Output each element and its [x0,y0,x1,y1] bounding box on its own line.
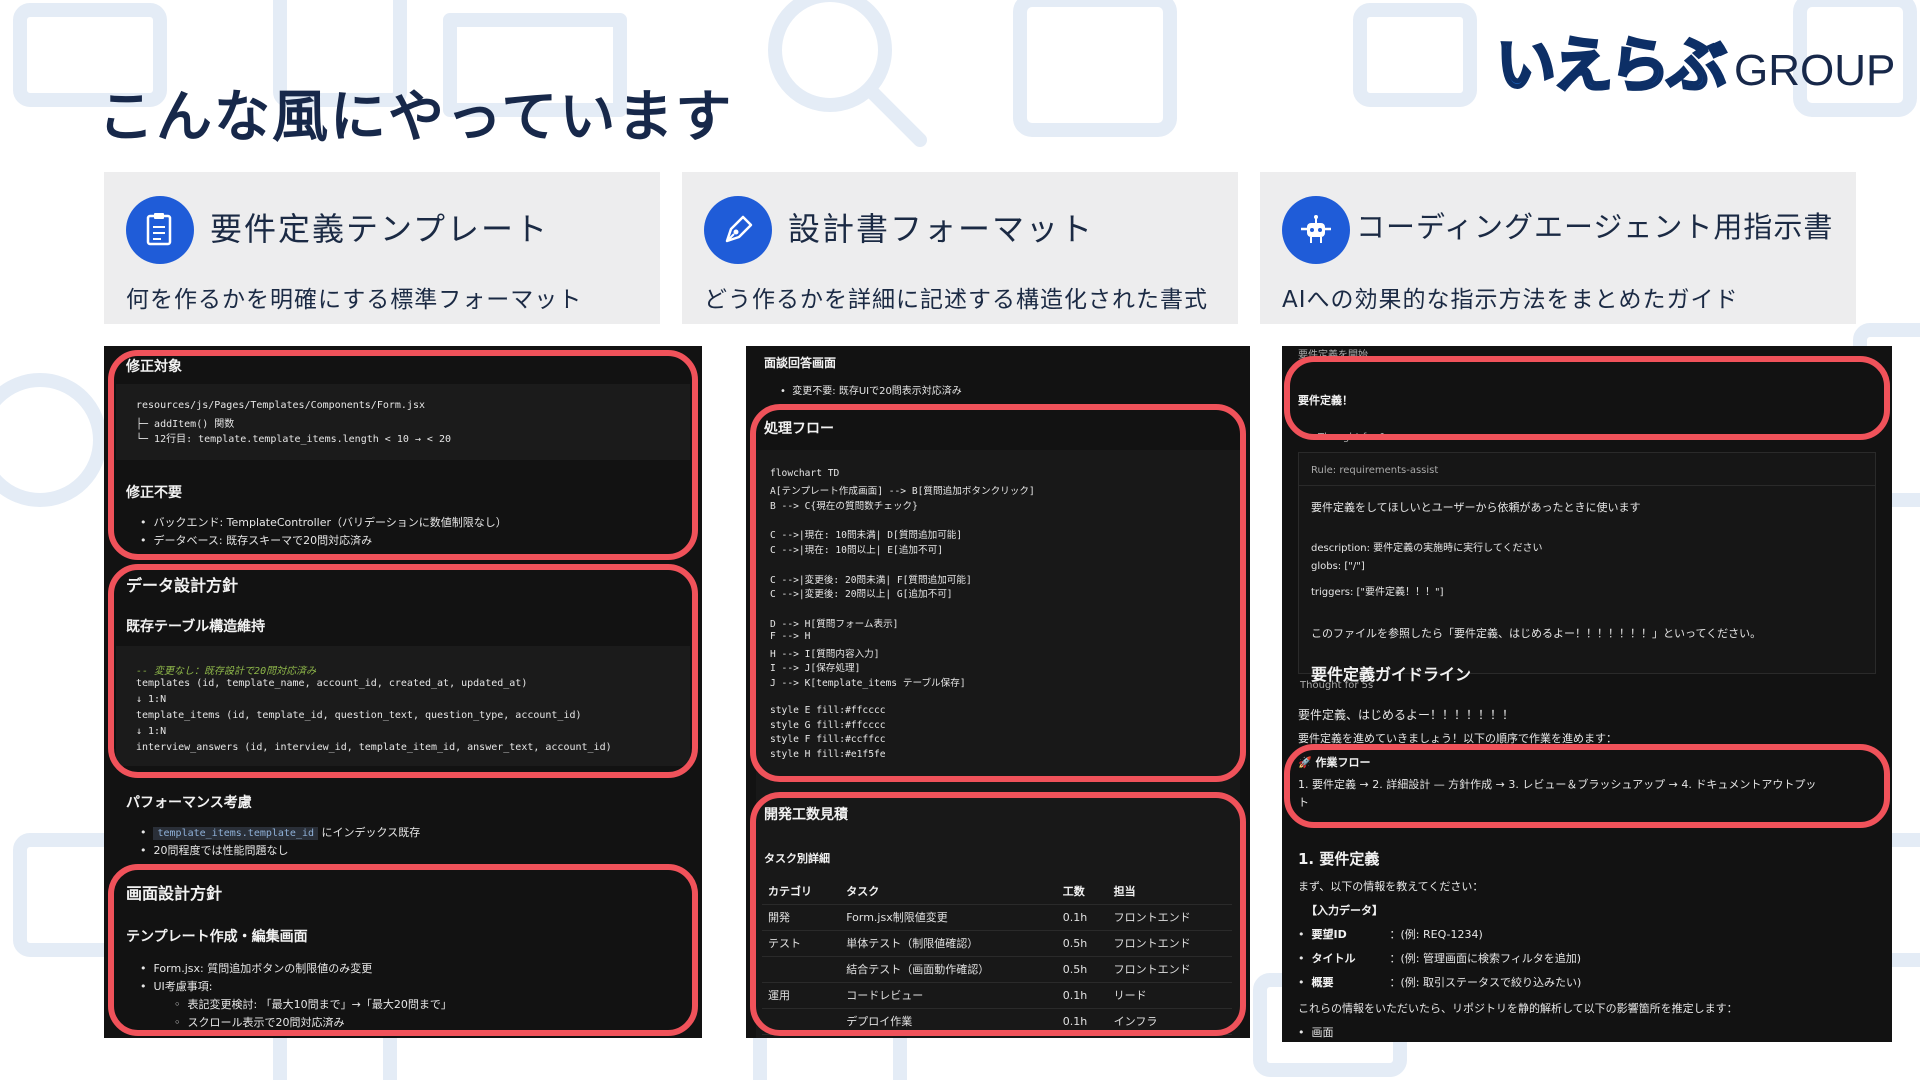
rule-panel: Rule: requirements-assist 要件定義をしてほしいとユーザ… [1298,452,1876,684]
rule-description: description: 要件定義の実施時に実行してください [1311,543,1543,554]
card-description: どう作るかを詳細に記述する構造化された書式 [704,287,1208,313]
rule-instruction: このファイルを参照したら「要件定義、はじめるよー！！！！！！！」といってください… [1311,627,1762,640]
input-item: • タイトル ：(例: 管理画面に検索フィルタを追加) [1298,952,1582,965]
card-description: AIへの効果的な指示方法をまとめたガイド [1282,287,1739,313]
section-heading: 1. 要件定義 [1298,850,1380,868]
highlight-ring [750,404,1246,782]
list-item: • 20問程度では性能問題なし [140,844,289,857]
highlight-ring [108,350,698,560]
card-requirements-template: 要件定義テンプレート 何を作るかを明確にする標準フォーマット [104,172,660,324]
rule-triggers: triggers: ["要件定義！！！"] [1311,587,1444,598]
logo-mark: いえらぶ [1495,30,1729,103]
rule-globs: globs: ["/"] [1311,561,1365,572]
list-item: • template_items.template_id にインデックス既存 [140,826,421,840]
list-item: • 画面 [1298,1026,1334,1039]
list-item: • 変更不要: 既存UIで20問表示対応済み [780,386,962,397]
screenshot-design-doc: 面談回答画面 • 変更不要: 既存UIで20問表示対応済み 処理フロー flow… [746,346,1250,1038]
card-title: 要件定義テンプレート [210,210,550,248]
highlight-ring [1284,356,1890,440]
agent-question: まず、以下の情報を教えてください： [1298,880,1484,893]
pen-icon [704,196,772,264]
card-description: 何を作るかを明確にする標準フォーマット [126,287,583,313]
agent-closing: これらの情報をいただいたら、リポジトリを静的解析して以下の影響箇所を推定します： [1298,1002,1738,1015]
agent-greeting: 要件定義、はじめるよー！！！！！！！ [1298,708,1515,722]
card-title: コーディングエージェント用指示書 [1356,210,1834,244]
card-title: 設計書フォーマット [788,210,1095,248]
heading-performance: パフォーマンス考慮 [126,795,252,811]
input-item: • 概要 ：(例: 取引ステータスで絞り込みたい) [1298,976,1582,989]
company-logo: いえらぶ GROUP [1495,30,1896,103]
heading-interview-answer: 面談回答画面 [764,356,837,370]
document-icon [126,196,194,264]
card-agent-instructions: コーディングエージェント用指示書 AIへの効果的な指示方法をまとめたガイド [1260,172,1856,324]
screenshot-agent-chat: 要件定義を開始 要件定義！ Thought for 1s Rule: requi… [1282,346,1892,1042]
robot-icon [1282,196,1350,264]
input-item: • 要望ID ：(例: REQ-1234) [1298,928,1483,941]
logo-group-text: GROUP [1734,46,1896,95]
rule-text: 要件定義をしてほしいとユーザーから依頼があったときに使います [1311,501,1641,514]
highlight-ring [750,792,1246,1036]
highlight-ring [1284,744,1890,828]
screenshot-requirements-doc: 修正対象 resources/js/Pages/Templates/Compon… [104,346,702,1038]
thought-indicator: Thought for 5s [1300,680,1374,691]
card-design-format: 設計書フォーマット どう作るかを詳細に記述する構造化された書式 [682,172,1238,324]
highlight-ring [108,864,698,1036]
page-title: こんな風にやっています [98,85,734,150]
highlight-ring [108,564,698,778]
rule-name: Rule: requirements-assist [1311,465,1439,476]
input-heading: 【入力データ】 [1306,904,1383,917]
